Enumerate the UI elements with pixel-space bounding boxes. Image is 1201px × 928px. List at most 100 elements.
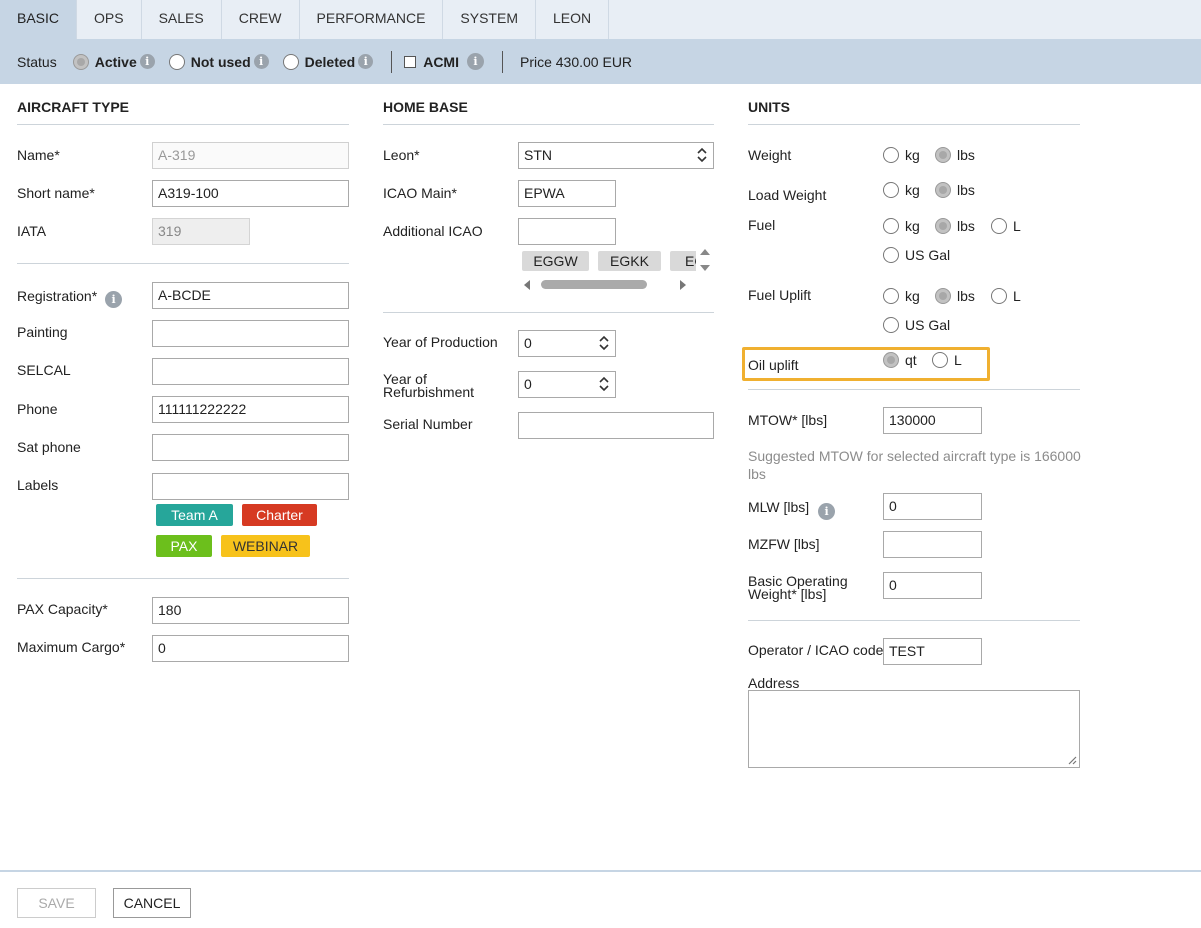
tab-sales[interactable]: SALES bbox=[142, 0, 222, 39]
selcal-input[interactable] bbox=[152, 358, 349, 385]
divider bbox=[391, 50, 393, 73]
cancel-button[interactable]: CANCEL bbox=[113, 888, 191, 918]
option-label: kg bbox=[905, 182, 920, 198]
registration-input[interactable]: A-BCDE bbox=[152, 282, 349, 309]
option-label: lbs bbox=[957, 288, 975, 304]
info-icon[interactable]: i bbox=[358, 54, 374, 69]
scrollbar-thumb[interactable] bbox=[541, 280, 647, 289]
updown-chevron-icon[interactable] bbox=[599, 376, 609, 392]
fuel-l-option[interactable]: L bbox=[991, 218, 1021, 234]
fuel-uplift-kg-option[interactable]: kg bbox=[883, 288, 920, 304]
leon-select[interactable]: STN bbox=[518, 142, 714, 169]
icao-chip[interactable]: EGKK bbox=[598, 251, 661, 271]
tab-basic[interactable]: BASIC bbox=[0, 0, 78, 39]
fuel-uplift-lbs-option[interactable]: lbs bbox=[935, 288, 975, 304]
tab-performance[interactable]: PERFORMANCE bbox=[300, 0, 444, 39]
address-textarea[interactable] bbox=[748, 690, 1080, 768]
info-icon[interactable]: i bbox=[105, 291, 123, 308]
tab-ops[interactable]: OPS bbox=[77, 0, 142, 39]
fuel-uplift-lbs-radio[interactable] bbox=[935, 288, 951, 304]
status-not-used-radio[interactable] bbox=[168, 53, 185, 70]
year-refurb-stepper[interactable]: 0 bbox=[518, 371, 616, 398]
label-tag-webinar[interactable]: WEBINAR bbox=[221, 535, 310, 557]
labels-input[interactable] bbox=[152, 473, 349, 500]
updown-chevron-icon[interactable] bbox=[599, 335, 609, 351]
mlw-input[interactable]: 0 bbox=[883, 493, 982, 520]
oil-uplift-l-option[interactable]: L bbox=[932, 352, 962, 368]
acmi-option[interactable]: ACMI i bbox=[404, 53, 484, 70]
fuel-l-radio[interactable] bbox=[991, 218, 1007, 234]
serial-number-input[interactable] bbox=[518, 412, 714, 439]
info-icon[interactable]: i bbox=[139, 54, 155, 69]
resize-handle-icon[interactable] bbox=[1067, 755, 1077, 765]
load-weight-lbs-option[interactable]: lbs bbox=[935, 182, 975, 198]
max-cargo-input[interactable]: 0 bbox=[152, 635, 349, 662]
fuel-uplift-l-radio[interactable] bbox=[991, 288, 1007, 304]
fuel-uplift-l-option[interactable]: L bbox=[991, 288, 1021, 304]
load-weight-kg-radio[interactable] bbox=[883, 182, 899, 198]
mzfw-input[interactable] bbox=[883, 531, 982, 558]
acmi-checkbox[interactable] bbox=[404, 55, 417, 68]
load-weight-lbs-radio[interactable] bbox=[935, 182, 951, 198]
icao-main-input[interactable]: EPWA bbox=[518, 180, 616, 207]
bow-input[interactable]: 0 bbox=[883, 572, 982, 599]
oil-uplift-l-radio[interactable] bbox=[932, 352, 948, 368]
status-deleted-option[interactable]: Deleted i bbox=[282, 53, 374, 70]
mtow-suggestion-line2: lbs bbox=[748, 466, 766, 482]
tab-crew[interactable]: CREW bbox=[222, 0, 300, 39]
oil-uplift-qt-radio[interactable] bbox=[883, 352, 899, 368]
weight-lbs-option[interactable]: lbs bbox=[935, 147, 975, 163]
fuel-usgal-radio[interactable] bbox=[883, 247, 899, 263]
tab-leon[interactable]: LEON bbox=[536, 0, 610, 39]
mtow-input[interactable]: 130000 bbox=[883, 407, 982, 434]
fuel-uplift-usgal-radio[interactable] bbox=[883, 317, 899, 333]
status-not-used-option[interactable]: Not used i bbox=[168, 53, 269, 70]
scroll-left-icon[interactable] bbox=[522, 279, 532, 291]
operator-code-input[interactable]: TEST bbox=[883, 638, 982, 665]
acmi-label: ACMI bbox=[423, 53, 459, 70]
load-weight-kg-option[interactable]: kg bbox=[883, 182, 920, 198]
save-button[interactable]: SAVE bbox=[17, 888, 96, 918]
fuel-usgal-option[interactable]: US Gal bbox=[883, 247, 950, 263]
painting-label: Painting bbox=[17, 324, 68, 340]
option-label: US Gal bbox=[905, 317, 951, 333]
status-deleted-radio[interactable] bbox=[282, 53, 299, 70]
fuel-lbs-radio[interactable] bbox=[935, 218, 951, 234]
sat-phone-input[interactable] bbox=[152, 434, 349, 461]
fuel-uplift-kg-radio[interactable] bbox=[883, 288, 899, 304]
scroll-right-icon[interactable] bbox=[678, 279, 688, 291]
info-icon[interactable]: i bbox=[466, 53, 484, 70]
icao-chip[interactable]: EGGW bbox=[522, 251, 589, 271]
fuel-uplift-usgal-option[interactable]: US Gal bbox=[883, 317, 950, 333]
scroll-updown-icon[interactable] bbox=[698, 246, 712, 276]
status-active-option[interactable]: Active i bbox=[72, 53, 155, 70]
fuel-kg-option[interactable]: kg bbox=[883, 218, 920, 234]
option-label: kg bbox=[905, 288, 920, 304]
short-name-input[interactable]: A319-100 bbox=[152, 180, 349, 207]
year-production-value: 0 bbox=[524, 335, 532, 351]
fuel-kg-radio[interactable] bbox=[883, 218, 899, 234]
short-name-label: Short name* bbox=[17, 185, 95, 201]
home-base-title: HOME BASE bbox=[383, 99, 468, 115]
weight-kg-radio[interactable] bbox=[883, 147, 899, 163]
status-active-radio[interactable] bbox=[72, 53, 89, 70]
tab-system[interactable]: SYSTEM bbox=[443, 0, 536, 39]
painting-input[interactable] bbox=[152, 320, 349, 347]
label-tag-team-a[interactable]: Team A bbox=[156, 504, 233, 526]
mlw-label: MLW [lbs] i bbox=[748, 499, 836, 520]
info-icon[interactable]: i bbox=[818, 503, 836, 520]
phone-input[interactable]: 111111222222 bbox=[152, 396, 349, 423]
oil-uplift-qt-option[interactable]: qt bbox=[883, 352, 917, 368]
icao-chip[interactable]: EG bbox=[670, 251, 696, 271]
label-tag-pax[interactable]: PAX bbox=[156, 535, 212, 557]
info-icon[interactable]: i bbox=[253, 54, 269, 69]
label-tag-charter[interactable]: Charter bbox=[242, 504, 317, 526]
weight-kg-option[interactable]: kg bbox=[883, 147, 920, 163]
pax-capacity-input[interactable]: 180 bbox=[152, 597, 349, 624]
additional-icao-input[interactable] bbox=[518, 218, 616, 245]
fuel-lbs-option[interactable]: lbs bbox=[935, 218, 975, 234]
weight-lbs-radio[interactable] bbox=[935, 147, 951, 163]
year-production-stepper[interactable]: 0 bbox=[518, 330, 616, 357]
footer-divider bbox=[0, 870, 1201, 872]
horizontal-scrollbar[interactable] bbox=[518, 277, 714, 293]
